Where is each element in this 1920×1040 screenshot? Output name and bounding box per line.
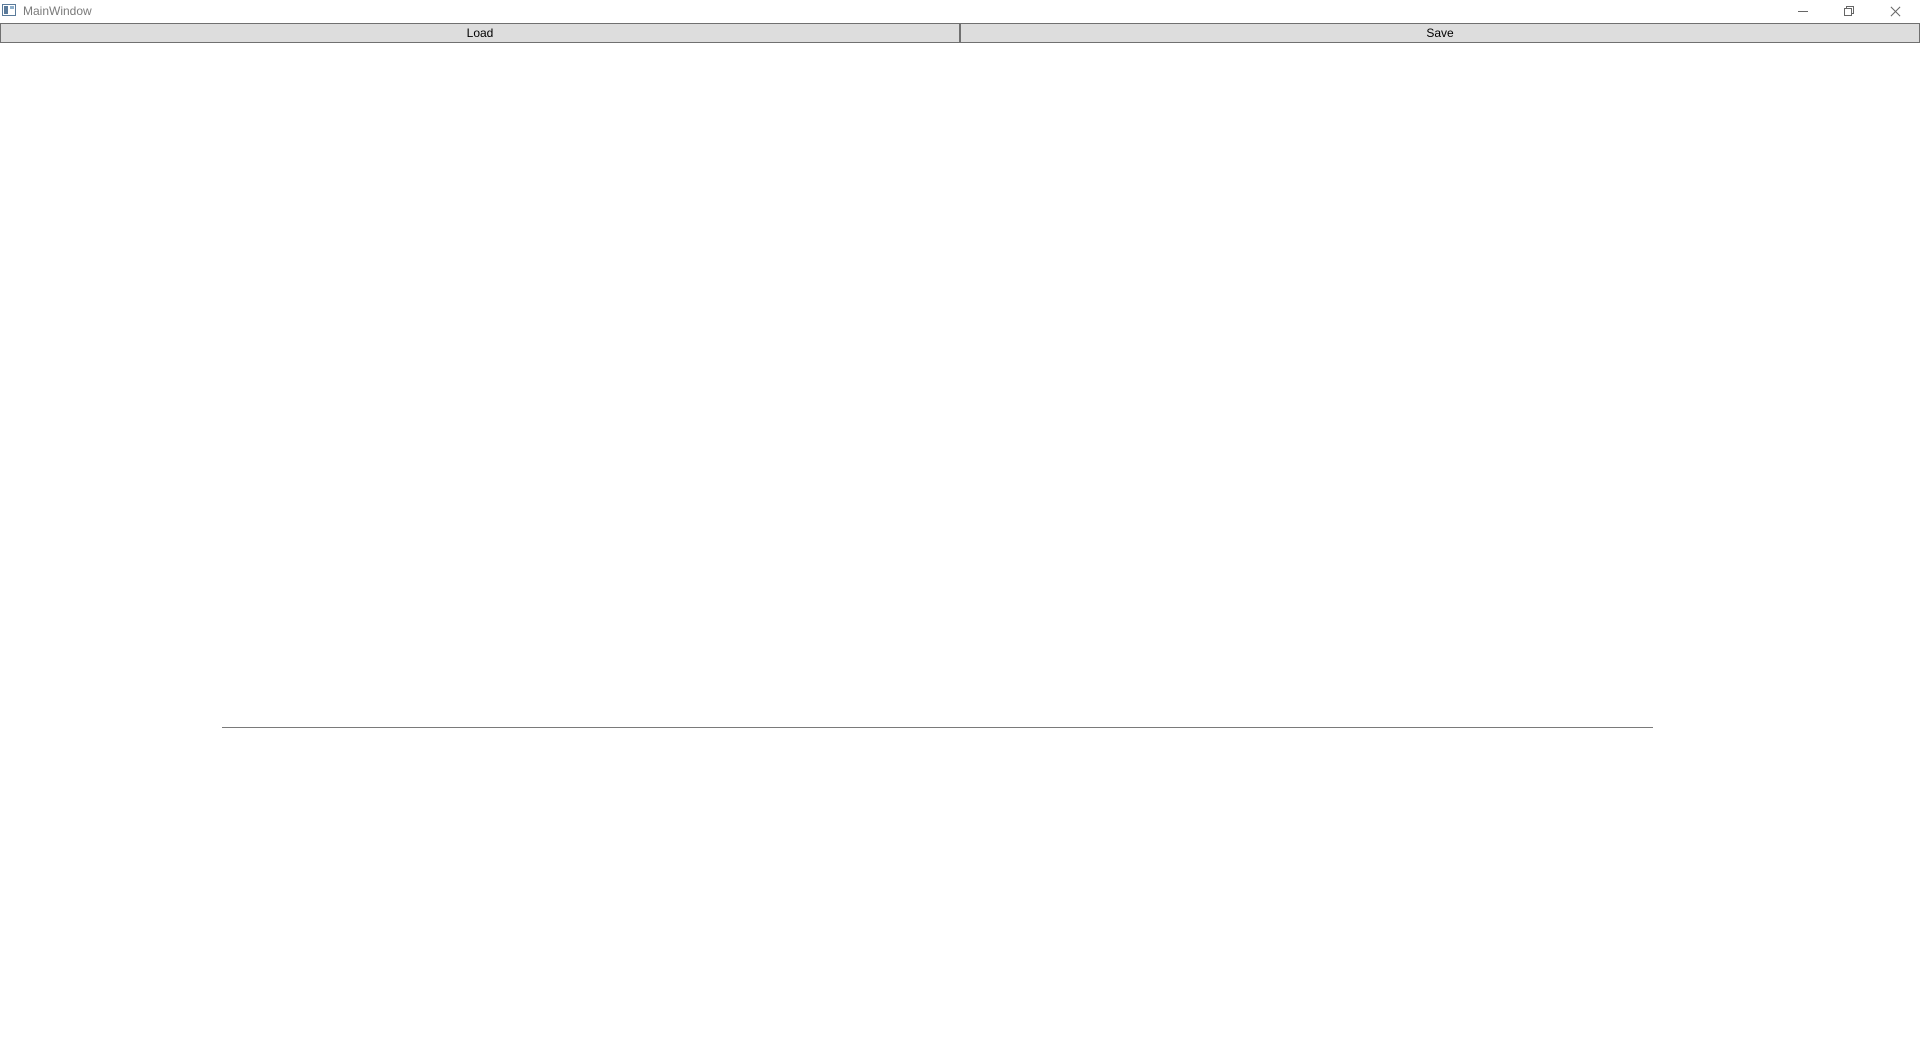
- toolbar: Load Save: [0, 23, 1920, 43]
- horizontal-line: [222, 727, 1653, 728]
- restore-button[interactable]: [1826, 0, 1872, 22]
- window-title: MainWindow: [23, 4, 92, 18]
- window-app-icon[interactable]: [2, 4, 16, 16]
- close-icon: [1890, 6, 1901, 17]
- minimize-icon: [1798, 10, 1808, 12]
- load-button[interactable]: Load: [0, 23, 960, 43]
- restore-icon-front: [1844, 8, 1852, 16]
- close-button[interactable]: [1872, 0, 1918, 22]
- save-button[interactable]: Save: [960, 23, 1920, 43]
- main-window: MainWindow Load Save: [0, 0, 1920, 1040]
- title-bar[interactable]: MainWindow: [0, 0, 1920, 22]
- drawing-canvas[interactable]: [0, 43, 1920, 1040]
- restore-icon: [1844, 6, 1854, 16]
- minimize-button[interactable]: [1780, 0, 1826, 22]
